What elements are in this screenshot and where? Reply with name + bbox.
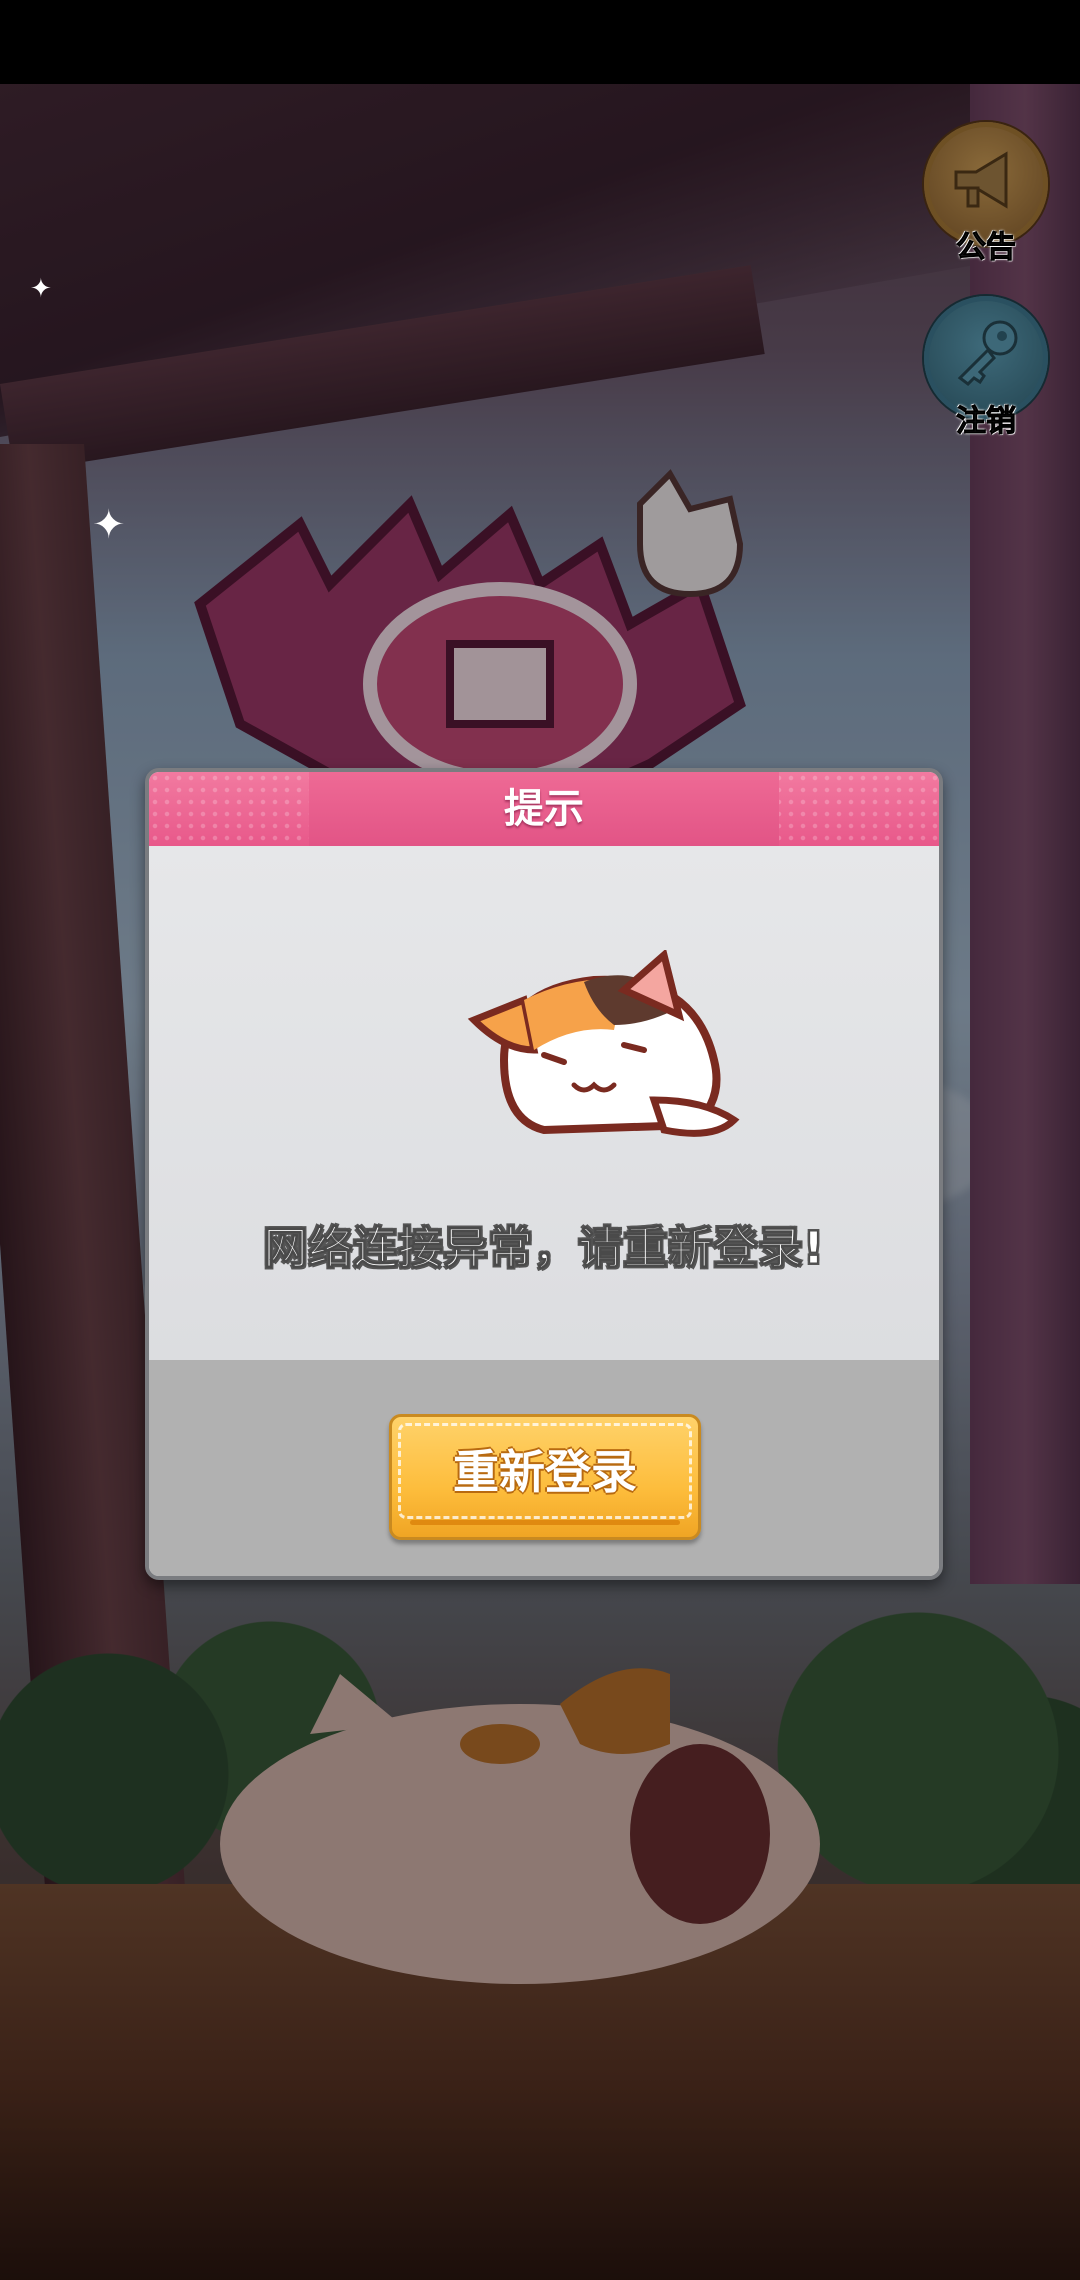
status-bar [0, 0, 1080, 84]
logout-label: 注销 [956, 404, 1017, 440]
logout-button[interactable]: 注销 [924, 296, 1048, 440]
sparkle-icon: ✦ [30, 274, 52, 304]
announcement-label: 公告 [956, 230, 1017, 266]
relogin-button[interactable]: 重新登录 [389, 1414, 701, 1540]
sparkle-icon: ✦ [92, 502, 126, 548]
relogin-button-label: 重新登录 [453, 1445, 637, 1499]
announcement-button[interactable]: 公告 [924, 122, 1048, 266]
dialog-header: 提示 [149, 772, 939, 846]
network-error-dialog: 提示 网络连接异常，请重新登录! 重新登录 [145, 768, 943, 1580]
dialog-footer: 重新登录 [149, 1360, 939, 1576]
dialog-title: 提示 [504, 786, 584, 832]
sleeping-cat-icon [467, 950, 740, 1137]
megaphone-icon [954, 151, 1008, 209]
game-screen: ✦ ✦ 公告 注销 提示 网络连接异常，请重新登录! 重新登录 [0, 0, 1080, 2280]
key-icon [957, 320, 1018, 386]
dialog-message: 网络连接异常，请重新登录! [263, 1223, 825, 1275]
